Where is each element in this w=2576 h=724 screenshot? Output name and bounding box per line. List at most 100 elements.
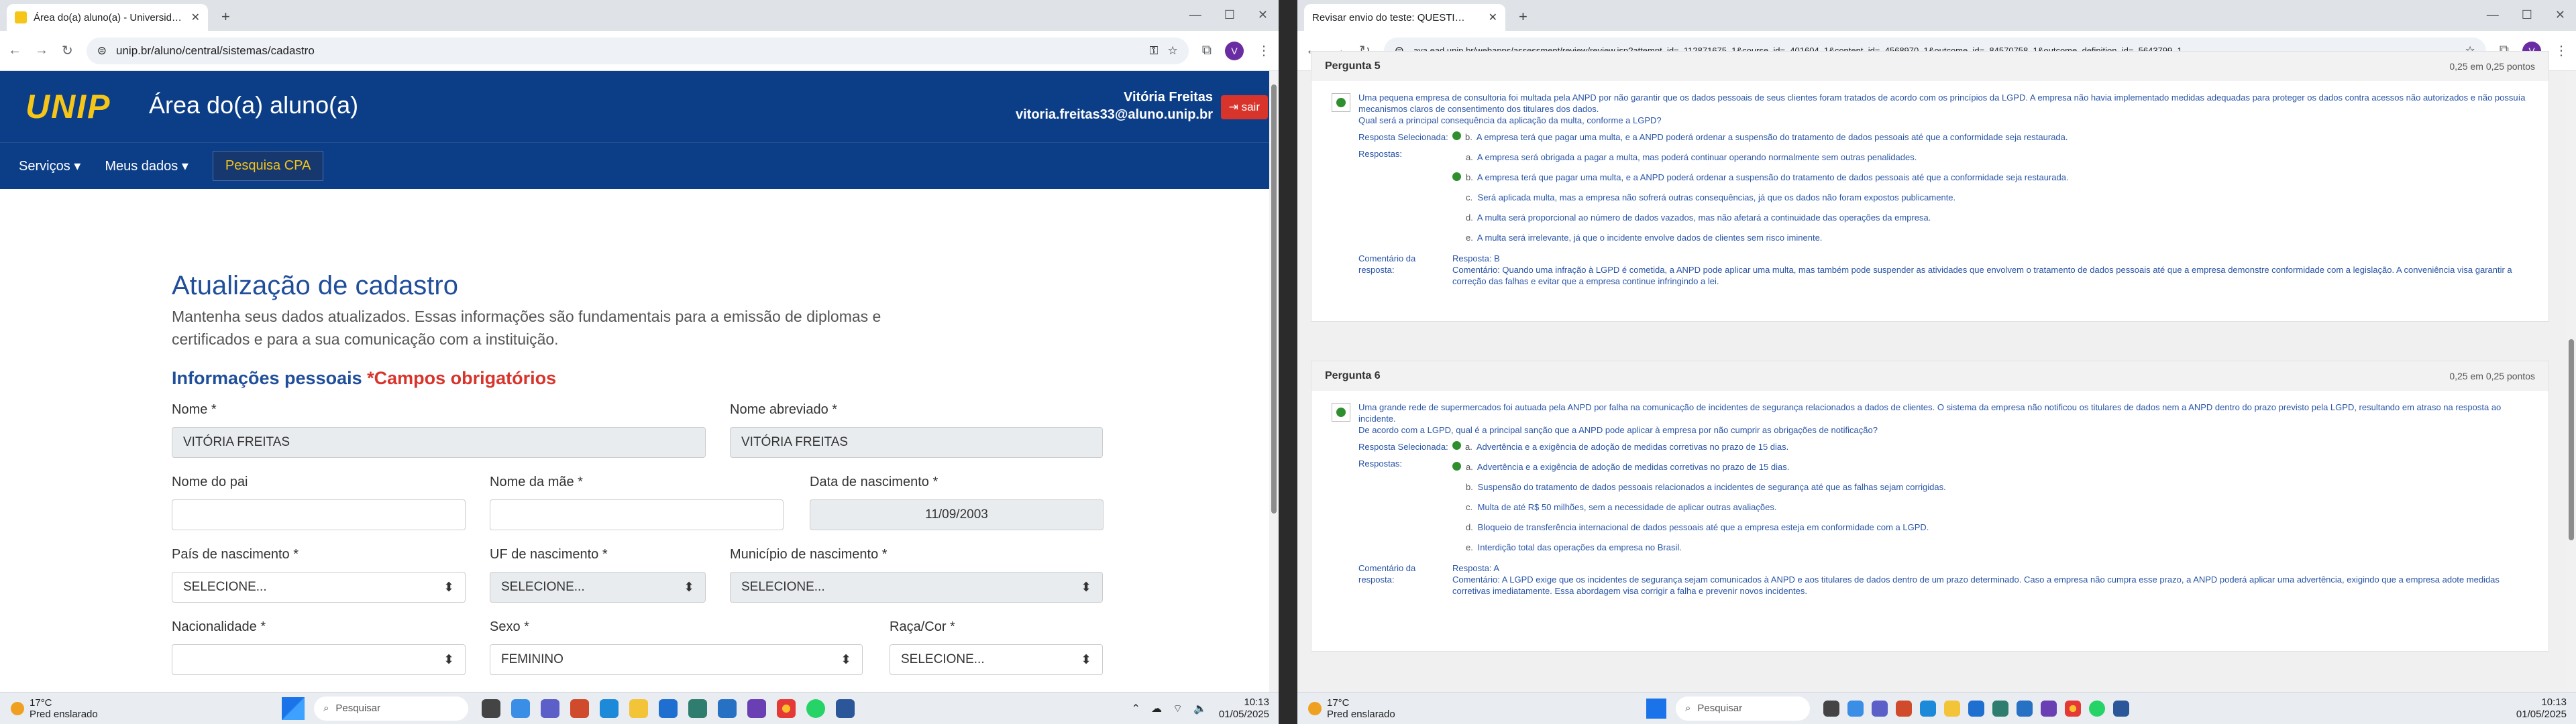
forward-icon[interactable]: →	[35, 43, 48, 58]
edge-icon[interactable]	[1920, 700, 1936, 717]
task-view-icon[interactable]	[482, 699, 500, 718]
sexo-field: Sexo * FEMININO ⬍	[490, 619, 863, 675]
registration-form: Atualização de cadastro Mantenha seus da…	[172, 271, 1111, 389]
bookmark-star-icon[interactable]: ☆	[1167, 44, 1177, 58]
file-explorer-icon[interactable]	[629, 699, 648, 718]
sexo-select[interactable]: FEMININO ⬍	[490, 644, 863, 675]
chrome-icon[interactable]	[777, 699, 796, 718]
mun-select[interactable]: SELECIONE... ⬍	[730, 572, 1103, 603]
taskbar-apps	[482, 699, 855, 718]
scroll-thumb[interactable]	[2569, 339, 2574, 540]
pais-select[interactable]: SELECIONE... ⬍	[172, 572, 466, 603]
nav-services[interactable]: Serviços ▾	[19, 158, 80, 174]
profile-avatar[interactable]: V	[1225, 41, 1244, 60]
mae-input[interactable]	[490, 499, 784, 530]
nac-select[interactable]: ⬍	[172, 644, 466, 675]
abrev-input[interactable]: VITÓRIA FREITAS	[730, 427, 1103, 458]
uf-select[interactable]: SELECIONE... ⬍	[490, 572, 706, 603]
correct-icon	[1452, 172, 1461, 181]
question-header: Pergunta 6 0,25 em 0,25 pontos	[1311, 361, 2548, 391]
app-icon[interactable]	[1992, 700, 2008, 717]
maximize-icon[interactable]: ☐	[1224, 8, 1235, 22]
question-body: Uma grande rede de supermercados foi aut…	[1311, 391, 2548, 610]
browser-tab[interactable]: Revisar envio do teste: QUESTI… ✕	[1304, 4, 1505, 87]
page-scrollbar[interactable]	[1269, 71, 1279, 692]
back-icon[interactable]: ←	[8, 43, 21, 58]
option-text: A empresa será obrigada a pagar a multa,…	[1477, 152, 1917, 162]
app-purple-icon[interactable]	[2041, 700, 2057, 717]
logout-button[interactable]: ⇥ sair	[1220, 95, 1268, 119]
store-icon[interactable]	[659, 699, 678, 718]
reload-icon[interactable]: ↻	[62, 42, 73, 59]
teams-icon[interactable]	[1872, 700, 1888, 717]
office-icon[interactable]	[570, 699, 589, 718]
scroll-thumb[interactable]	[1271, 84, 1277, 514]
option-letter: c.	[1466, 502, 1473, 512]
wifi-icon[interactable]: ⌔	[1173, 702, 1183, 715]
taskbar-search[interactable]: ⌕ Pesquisar	[314, 696, 468, 721]
whatsapp-icon[interactable]	[2089, 700, 2105, 717]
selected-answer: A empresa terá que pagar uma multa, e a …	[1476, 132, 2068, 142]
right-screen: Revisar envio do teste: QUESTI… ✕ + — ☐ …	[1297, 0, 2576, 724]
extensions-icon[interactable]: ⧉	[1202, 43, 1212, 58]
word-icon[interactable]	[836, 699, 855, 718]
app-icon[interactable]	[688, 699, 707, 718]
whatsapp-icon[interactable]	[806, 699, 825, 718]
uf-value: SELECIONE...	[501, 580, 585, 594]
windows-start-icon[interactable]	[282, 697, 305, 720]
chevron-up-icon[interactable]: ⌃	[1132, 702, 1140, 715]
weather-widget[interactable]: 17°C Pred enslarado	[0, 697, 282, 720]
office-icon[interactable]	[1896, 700, 1912, 717]
option-text: Bloqueio de transferência internacional …	[1477, 522, 1929, 532]
pai-input[interactable]	[172, 499, 466, 530]
nav-my-data[interactable]: Meus dados ▾	[105, 158, 189, 174]
clock[interactable]: 10:13 01/05/2025	[2516, 697, 2576, 721]
vscode-icon[interactable]	[2017, 700, 2033, 717]
system-tray: ⌃ ☁ ⌔ 🔈	[1132, 702, 1207, 715]
cloud-icon[interactable]: ☁	[1151, 702, 1162, 715]
page-scrollbar[interactable]	[2567, 71, 2576, 692]
clock[interactable]: 10:13 01/05/2025	[1219, 697, 1279, 721]
volume-icon[interactable]: 🔈	[1193, 702, 1207, 715]
weather-desc: Pred enslarado	[1327, 708, 1395, 720]
weather-widget[interactable]: 17°C Pred enslarado	[1297, 697, 1646, 720]
word-icon[interactable]	[2113, 700, 2129, 717]
feedback-comment: Comentário: Quando uma infração à LGPD é…	[1452, 265, 2512, 286]
site-info-icon[interactable]: ⊜	[97, 44, 107, 58]
vscode-icon[interactable]	[718, 699, 737, 718]
minimize-icon[interactable]: —	[2487, 8, 2499, 22]
close-tab-icon[interactable]: ✕	[191, 11, 200, 24]
tab-title: Área do(a) aluno(a) - Universid…	[34, 11, 182, 23]
close-tab-icon[interactable]: ✕	[1489, 11, 1497, 24]
minimize-icon[interactable]: —	[1189, 8, 1201, 22]
new-tab-icon[interactable]: +	[1519, 8, 1527, 25]
nasc-input[interactable]: 11/09/2003	[810, 499, 1104, 530]
nome-input[interactable]: VITÓRIA FREITAS	[172, 427, 706, 458]
close-window-icon[interactable]: ✕	[2555, 8, 2565, 22]
copilot-icon[interactable]	[1847, 700, 1864, 717]
url-field[interactable]: ⊜ unip.br/aluno/central/sistemas/cadastr…	[86, 37, 1189, 64]
key-icon[interactable]: ⚿	[1150, 44, 1159, 58]
windows-start-icon[interactable]	[1646, 698, 1666, 719]
menu-icon[interactable]: ⋮	[1257, 42, 1271, 59]
selected-answer-row: Resposta Selecionada: a. Advertência e a e…	[1358, 441, 2535, 452]
file-explorer-icon[interactable]	[1944, 700, 1960, 717]
menu-icon[interactable]: ⋮	[2555, 42, 2568, 59]
tab-strip: Revisar envio do teste: QUESTI… ✕ + — ☐ …	[1297, 0, 2576, 87]
task-view-icon[interactable]	[1823, 700, 1839, 717]
edge-icon[interactable]	[600, 699, 619, 718]
taskbar-search[interactable]: ⌕ Pesquisar	[1676, 696, 1810, 721]
app-purple-icon[interactable]	[747, 699, 766, 718]
maximize-icon[interactable]: ☐	[2522, 8, 2532, 22]
new-tab-icon[interactable]: +	[221, 8, 230, 25]
teams-icon[interactable]	[541, 699, 559, 718]
copilot-icon[interactable]	[511, 699, 530, 718]
store-icon[interactable]	[1968, 700, 1984, 717]
raca-select[interactable]: SELECIONE... ⬍	[890, 644, 1103, 675]
close-window-icon[interactable]: ✕	[1258, 8, 1268, 22]
search-icon: ⌕	[1685, 703, 1691, 714]
unip-logo[interactable]: UNIP	[25, 87, 111, 126]
browser-tab[interactable]: Área do(a) aluno(a) - Universid… ✕	[7, 4, 208, 31]
chrome-icon[interactable]	[2065, 700, 2081, 717]
nav-cpa[interactable]: Pesquisa CPA	[212, 151, 324, 181]
